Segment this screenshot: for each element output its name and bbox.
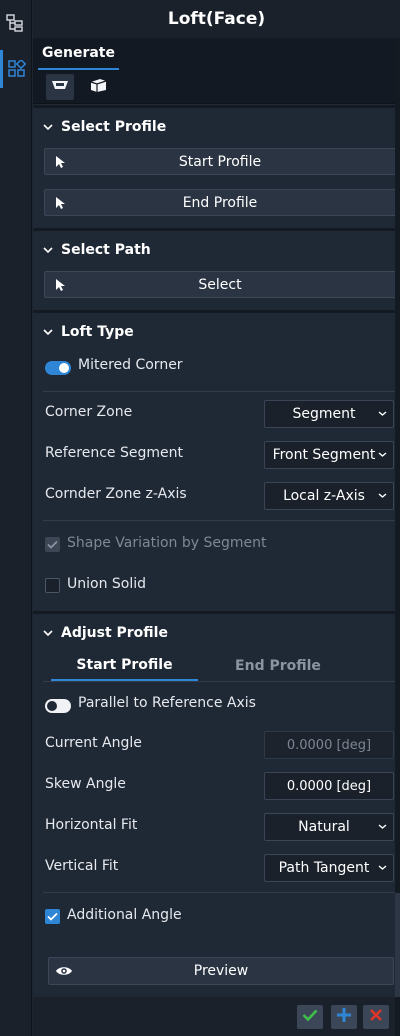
- face-loft-icon: [50, 77, 70, 97]
- plus-icon: [336, 1007, 352, 1027]
- check-icon: [302, 1008, 318, 1026]
- end-profile-button[interactable]: End Profile: [44, 189, 396, 216]
- tab-end-profile[interactable]: End Profile: [198, 651, 358, 681]
- additional-angle-checkbox[interactable]: [45, 909, 60, 924]
- parallel-reference-axis-toggle[interactable]: [45, 699, 71, 713]
- tab-bar: Generate: [33, 38, 400, 70]
- shape-variation-label: Shape Variation by Segment: [67, 535, 267, 551]
- solid-loft-icon: [88, 77, 108, 97]
- feature-panel-button[interactable]: [0, 50, 30, 88]
- cursor-icon: [54, 278, 66, 292]
- dropdown-value: Front Segment: [272, 447, 376, 463]
- preview-button[interactable]: Preview: [48, 957, 394, 985]
- dropdown-value: Segment: [292, 406, 356, 422]
- apply-continue-button[interactable]: [331, 1005, 357, 1029]
- corner-zone-label: Corner Zone: [45, 404, 133, 420]
- check-icon: [47, 537, 58, 553]
- cursor-icon: [54, 155, 66, 169]
- chevron-down-icon: [43, 629, 53, 637]
- chevron-down-icon: [378, 864, 387, 871]
- horizontal-fit-label: Horizontal Fit: [45, 817, 138, 833]
- chevron-down-icon: [378, 492, 387, 499]
- mitered-corner-label: Mitered Corner: [78, 357, 183, 373]
- chevron-down-icon: [43, 123, 53, 131]
- tree-icon: [6, 14, 24, 32]
- select-path-section: Select Path Select: [33, 231, 396, 310]
- solid-mode-button[interactable]: [84, 74, 112, 100]
- divider: [43, 892, 395, 893]
- adjust-profile-section: Adjust Profile Start Profile End Profile…: [33, 614, 395, 997]
- union-solid-checkbox[interactable]: [45, 578, 60, 593]
- chevron-down-icon: [43, 246, 53, 254]
- cursor-icon: [54, 196, 66, 210]
- scrollbar[interactable]: [395, 38, 400, 1036]
- loft-type-section: Loft Type Mitered Corner Corner Zone Seg…: [33, 313, 395, 611]
- tab-generate[interactable]: Generate: [38, 38, 119, 70]
- window-title: Loft(Face): [33, 0, 400, 38]
- section-title: Select Path: [61, 242, 151, 258]
- tree-view-button[interactable]: [0, 4, 30, 42]
- section-title: Adjust Profile: [61, 625, 168, 641]
- skew-angle-field[interactable]: 0.0000 [deg]: [264, 772, 394, 800]
- mitered-corner-toggle[interactable]: [45, 361, 71, 375]
- select-profile-header[interactable]: Select Profile: [43, 119, 166, 135]
- tab-start-profile[interactable]: Start Profile: [51, 651, 198, 681]
- horizontal-fit-dropdown[interactable]: Natural: [264, 813, 394, 841]
- left-rail: [0, 0, 32, 1036]
- chevron-down-icon: [43, 328, 53, 336]
- corner-zone-dropdown[interactable]: Segment: [264, 400, 394, 428]
- select-path-header[interactable]: Select Path: [43, 242, 151, 258]
- mode-toolbar: [33, 70, 400, 104]
- button-label: Preview: [193, 963, 249, 979]
- current-angle-field: 0.0000 [deg]: [264, 731, 394, 759]
- chevron-down-icon: [378, 823, 387, 830]
- corner-zone-axis-dropdown[interactable]: Local z-Axis: [264, 482, 394, 510]
- chevron-down-icon: [378, 451, 387, 458]
- face-mode-button[interactable]: [46, 74, 74, 100]
- section-title: Select Profile: [61, 119, 167, 135]
- select-profile-section: Select Profile Start Profile End Profile: [33, 108, 396, 228]
- section-title: Loft Type: [61, 324, 134, 340]
- eye-icon: [55, 964, 73, 978]
- cancel-button[interactable]: [363, 1005, 389, 1029]
- divider: [43, 520, 395, 521]
- check-icon: [47, 909, 58, 925]
- select-path-button[interactable]: Select: [44, 271, 396, 298]
- grid-icon: [7, 60, 26, 78]
- chevron-down-icon: [378, 410, 387, 417]
- loft-type-header[interactable]: Loft Type: [43, 324, 134, 340]
- union-solid-label: Union Solid: [67, 576, 147, 592]
- divider: [43, 681, 395, 682]
- skew-angle-label: Skew Angle: [45, 776, 126, 792]
- confirm-button[interactable]: [297, 1005, 323, 1029]
- additional-angle-label: Additional Angle: [67, 907, 182, 923]
- vertical-fit-label: Vertical Fit: [45, 858, 119, 874]
- corner-zone-axis-label: Cornder Zone z-Axis: [45, 486, 187, 502]
- close-icon: [369, 1008, 383, 1026]
- parallel-reference-axis-label: Parallel to Reference Axis: [78, 695, 256, 711]
- current-angle-label: Current Angle: [45, 735, 142, 751]
- dropdown-value: Natural: [298, 819, 350, 835]
- reference-segment-label: Reference Segment: [45, 445, 183, 461]
- adjust-profile-header[interactable]: Adjust Profile: [43, 625, 168, 641]
- dropdown-value: Path Tangent: [278, 860, 370, 876]
- button-label: Start Profile: [178, 153, 262, 170]
- scrollbar-thumb[interactable]: [395, 893, 400, 997]
- button-label: Select: [198, 276, 242, 293]
- dropdown-value: Local z-Axis: [283, 488, 365, 504]
- start-profile-button[interactable]: Start Profile: [44, 148, 396, 175]
- loft-face-panel: Loft(Face) Generate Select Profile Start…: [33, 0, 400, 1036]
- button-label: End Profile: [182, 194, 258, 211]
- shape-variation-checkbox[interactable]: [45, 537, 60, 552]
- divider: [43, 391, 395, 392]
- footer-actions: [33, 997, 395, 1036]
- reference-segment-dropdown[interactable]: Front Segment: [264, 441, 394, 469]
- vertical-fit-dropdown[interactable]: Path Tangent: [264, 854, 394, 882]
